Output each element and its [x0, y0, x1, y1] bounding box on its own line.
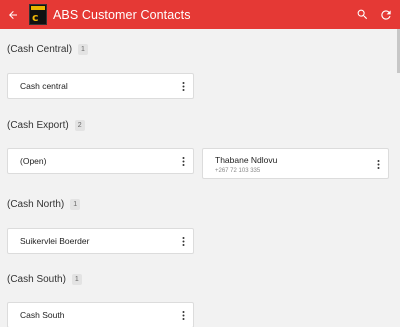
more-options-button[interactable] — [173, 229, 193, 253]
contact-card[interactable]: Cash central — [7, 73, 194, 99]
app-bar: c ABS Customer Contacts — [0, 0, 400, 29]
more-vertical-icon — [182, 236, 184, 246]
more-vertical-icon — [182, 310, 184, 320]
more-options-button[interactable] — [368, 149, 388, 180]
more-options-button[interactable] — [173, 149, 193, 173]
more-vertical-icon — [182, 81, 184, 91]
contact-phone: +267 72 103 335 — [215, 168, 261, 174]
refresh-button[interactable] — [374, 0, 398, 29]
refresh-icon — [381, 9, 391, 20]
contact-text: Thabane Ndlovu +267 72 103 335 — [215, 149, 368, 174]
contact-name: Cash South — [20, 310, 65, 320]
section-header-cash-central: (Cash Central) 1 — [7, 44, 88, 55]
more-options-button[interactable] — [173, 303, 193, 327]
contacts-list[interactable]: (Cash Central) 1 Cash central (Cash Expo… — [0, 29, 400, 327]
contact-card[interactable]: Thabane Ndlovu +267 72 103 335 — [202, 148, 389, 179]
section-title: (Cash Central) — [7, 44, 73, 55]
app-logo: c — [29, 4, 47, 25]
more-options-button[interactable] — [173, 74, 193, 98]
section-count-badge: 1 — [70, 199, 81, 210]
section-title: (Cash Export) — [7, 120, 69, 131]
section-count-badge: 1 — [71, 274, 82, 285]
search-icon — [357, 9, 367, 20]
search-button[interactable] — [350, 0, 374, 29]
section-count-badge: 1 — [78, 44, 88, 55]
more-vertical-icon — [182, 156, 184, 166]
section-count-badge: 2 — [74, 120, 85, 131]
contact-card[interactable]: (Open) — [7, 148, 194, 174]
arrow-back-icon — [9, 10, 17, 19]
section-header-cash-south: (Cash South) 1 — [7, 274, 82, 285]
section-header-cash-north: (Cash North) 1 — [7, 199, 81, 210]
contact-name: Suikervlei Boerder — [20, 236, 90, 246]
section-title: (Cash North) — [7, 199, 65, 210]
app-title: ABS Customer Contacts — [53, 7, 191, 22]
contact-name: Thabane Ndlovu — [215, 155, 278, 165]
section-header-cash-export: (Cash Export) 2 — [7, 120, 85, 131]
section-title: (Cash South) — [7, 274, 66, 285]
contact-name: (Open) — [20, 156, 47, 166]
back-button[interactable] — [2, 0, 24, 29]
contact-name: Cash central — [20, 81, 68, 91]
contact-card[interactable]: Cash South — [7, 302, 194, 327]
more-vertical-icon — [377, 160, 379, 169]
contact-card[interactable]: Suikervlei Boerder — [7, 228, 194, 254]
